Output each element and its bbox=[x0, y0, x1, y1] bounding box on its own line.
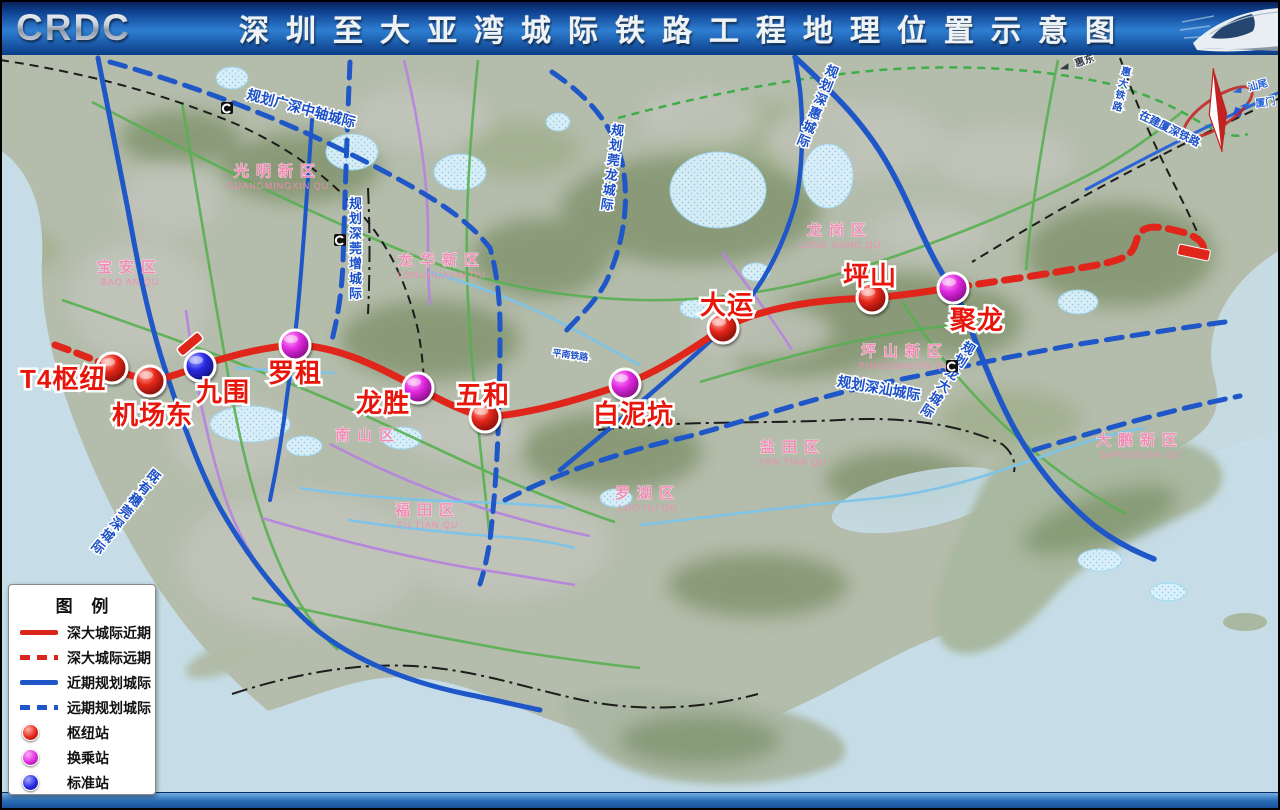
svg-text:PINGSHANXIN QU: PINGSHANXIN QU bbox=[859, 361, 951, 371]
svg-text:福田区: 福田区 bbox=[394, 501, 461, 519]
station-label: 罗租 bbox=[268, 358, 322, 388]
legend-item-4: 枢纽站 bbox=[9, 720, 155, 745]
legend-item-2: 近期规划城际 bbox=[9, 670, 155, 695]
legend-solid-line-swatch bbox=[20, 680, 58, 685]
district-label: 罗湖区LUO HU QU bbox=[615, 485, 681, 513]
svg-text:龙华新区: 龙华新区 bbox=[397, 251, 486, 269]
legend-item-label: 深大城际远期 bbox=[67, 648, 151, 668]
svg-text:DAPENGXIN QU: DAPENGXIN QU bbox=[1099, 450, 1180, 460]
svg-text:光明新区: 光明新区 bbox=[233, 162, 322, 180]
svg-text:宝安区: 宝安区 bbox=[97, 258, 163, 276]
legend-item-6: 标准站 bbox=[9, 770, 155, 795]
district-label: 光明新区GUANGMINGXIN QU bbox=[227, 162, 330, 191]
map: 宝安区BAO AN QU 光明新区GUANGMINGXIN QU 龙华新区LONGH… bbox=[0, 0, 1280, 810]
district-label: 宝安区BAO AN QU bbox=[97, 258, 163, 287]
svg-text:龙岗区: 龙岗区 bbox=[806, 221, 873, 239]
page-title: 深圳至大亚湾城际铁路工程地理位置示意图 bbox=[191, 6, 1180, 50]
svg-text:LONG GANG QU: LONG GANG QU bbox=[799, 240, 882, 250]
legend-title: 图 例 bbox=[9, 592, 155, 617]
district-label: 龙华新区LONGHUAXIN QU bbox=[397, 251, 486, 280]
svg-text:LONGHUAXIN QU: LONGHUAXIN QU bbox=[398, 270, 487, 280]
legend-dashed-line-swatch bbox=[20, 705, 58, 710]
legend-item-label: 远期规划城际 bbox=[67, 698, 151, 718]
header-bar: CRDC 深圳至大亚湾城际铁路工程地理位置示意图 bbox=[0, 0, 1280, 55]
svg-text:南山区: 南山区 bbox=[335, 426, 401, 444]
legend-item-label: 深大城际近期 bbox=[67, 623, 151, 643]
crdc-logo: CRDC bbox=[16, 7, 191, 49]
legend-panel: 图 例 深大城际近期深大城际远期近期规划城际远期规划城际枢纽站换乘站标准站 bbox=[8, 584, 156, 795]
legend-item-0: 深大城际近期 bbox=[9, 620, 155, 645]
svg-text:罗湖区: 罗湖区 bbox=[615, 485, 681, 502]
legend-item-label: 标准站 bbox=[67, 773, 109, 793]
district-label: 龙岗区LONG GANG QU bbox=[799, 221, 882, 250]
legend-station-circle-swatch bbox=[20, 724, 58, 741]
legend-items: 深大城际近期深大城际远期近期规划城际远期规划城际枢纽站换乘站标准站 bbox=[9, 620, 155, 795]
rail-station-icon bbox=[221, 102, 233, 114]
district-label: 福田区FU TIAN QU bbox=[394, 501, 461, 530]
legend-item-5: 换乘站 bbox=[9, 745, 155, 770]
svg-text:BAO AN QU: BAO AN QU bbox=[101, 277, 160, 287]
station-label: T4枢纽 bbox=[20, 364, 106, 394]
svg-text:FU TIAN QU: FU TIAN QU bbox=[398, 520, 459, 530]
svg-text:坪山新区: 坪山新区 bbox=[861, 342, 949, 360]
legend-solid-line-swatch bbox=[20, 630, 58, 635]
district-label: 大鹏新区DAPENGXIN QU bbox=[1096, 431, 1184, 460]
svg-text:YAN TIAN QU: YAN TIAN QU bbox=[759, 457, 827, 467]
legend-item-1: 深大城际远期 bbox=[9, 645, 155, 670]
route-label: 规划深莞增城际 bbox=[349, 196, 362, 301]
svg-text:GUANGMINGXIN QU: GUANGMINGXIN QU bbox=[227, 181, 330, 191]
legend-item-3: 远期规划城际 bbox=[9, 695, 155, 720]
rail-station-icon bbox=[334, 234, 346, 246]
legend-item-label: 换乘站 bbox=[67, 748, 109, 768]
legend-station-circle-swatch bbox=[20, 774, 58, 791]
station-label: 龙胜 bbox=[356, 388, 410, 418]
station-label: 九围 bbox=[195, 377, 250, 407]
station-label: 聚龙 bbox=[949, 305, 1004, 335]
legend-station-circle-swatch bbox=[20, 749, 58, 766]
district-label: 南山区 bbox=[335, 426, 401, 444]
footer-bar bbox=[0, 792, 1280, 810]
legend-item-label: 近期规划城际 bbox=[67, 673, 151, 693]
svg-text:盐田区: 盐田区 bbox=[760, 438, 826, 456]
page-frame: 宝安区BAO AN QU 光明新区GUANGMINGXIN QU 龙华新区LONGH… bbox=[0, 0, 1280, 810]
station-label: 坪山 bbox=[843, 261, 897, 291]
svg-text:大鹏新区: 大鹏新区 bbox=[1096, 431, 1184, 449]
station-label: 白泥坑 bbox=[593, 399, 674, 429]
rail-station-icon bbox=[946, 360, 958, 372]
district-label: 盐田区YAN TIAN QU bbox=[759, 438, 827, 467]
station-label: 大运 bbox=[700, 290, 754, 320]
station-label: 五和 bbox=[456, 380, 510, 410]
legend-item-label: 枢纽站 bbox=[67, 723, 109, 743]
train-icon bbox=[1180, 0, 1280, 55]
legend-dashed-line-swatch bbox=[20, 655, 58, 660]
station-label: 机场东 bbox=[112, 400, 193, 430]
district-label: 坪山新区PINGSHANXIN QU bbox=[859, 342, 951, 371]
svg-text:LUO HU QU: LUO HU QU bbox=[618, 503, 677, 513]
